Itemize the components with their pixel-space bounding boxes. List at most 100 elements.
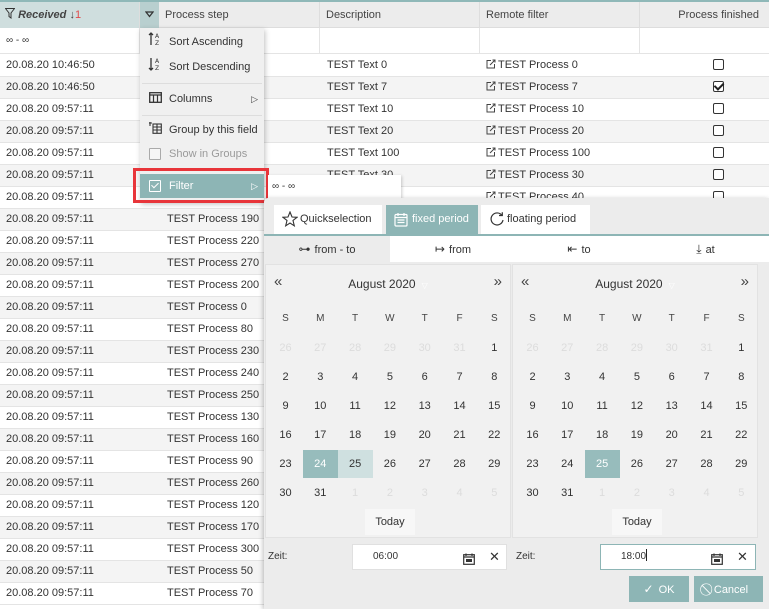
checkbox-unchecked-icon[interactable] bbox=[713, 59, 724, 70]
calendar-day-outside[interactable]: 26 bbox=[515, 334, 550, 362]
calendar-day[interactable]: 2 bbox=[268, 363, 303, 391]
calendar-day[interactable]: 15 bbox=[724, 392, 759, 420]
menu-item-group-by[interactable]: Group by this field bbox=[140, 118, 264, 142]
calendar-day[interactable]: 6 bbox=[654, 363, 689, 391]
calendar-day[interactable]: 20 bbox=[407, 421, 442, 449]
today-button[interactable]: Today bbox=[612, 509, 662, 535]
calendar-day-outside[interactable]: 31 bbox=[442, 334, 477, 362]
calendar-day[interactable]: 15 bbox=[477, 392, 512, 420]
column-header-received[interactable]: Received ↓1 bbox=[0, 2, 140, 28]
table-row[interactable]: 20.08.20 10:46:50 TEST Text 7 TEST Process… bbox=[0, 77, 769, 99]
checkbox-unchecked-icon[interactable] bbox=[713, 147, 724, 158]
remote-filter-cell[interactable]: TEST Process 100 bbox=[486, 143, 590, 164]
calendar-day[interactable]: 30 bbox=[515, 479, 550, 507]
calendar-day-outside[interactable]: 26 bbox=[268, 334, 303, 362]
ok-button[interactable]: ✓ OK bbox=[629, 576, 689, 602]
calendar-day[interactable]: 27 bbox=[407, 450, 442, 478]
calendar-day[interactable]: 7 bbox=[442, 363, 477, 391]
calendar-day[interactable]: 19 bbox=[372, 421, 407, 449]
clear-icon[interactable]: ✕ bbox=[737, 545, 748, 569]
calendar-day[interactable]: 4 bbox=[585, 363, 620, 391]
calendar-day[interactable]: 26 bbox=[619, 450, 654, 478]
tab-quickselection[interactable]: Quickselection bbox=[274, 205, 382, 234]
calendar-day[interactable]: 31 bbox=[303, 479, 338, 507]
checkbox-unchecked-icon[interactable] bbox=[713, 103, 724, 114]
calendar-day[interactable]: 16 bbox=[268, 421, 303, 449]
calendar-title[interactable]: August 2020 ▽ bbox=[513, 272, 757, 296]
calendar-day[interactable]: 8 bbox=[724, 363, 759, 391]
calendar-day[interactable]: 3 bbox=[303, 363, 338, 391]
calendar-day[interactable]: 17 bbox=[550, 421, 585, 449]
calendar-day-outside[interactable]: 29 bbox=[372, 334, 407, 362]
calendar-day[interactable]: 19 bbox=[619, 421, 654, 449]
remote-filter-cell[interactable] bbox=[480, 28, 640, 53]
calendar-day[interactable]: 24 bbox=[550, 450, 585, 478]
calendar-day-outside[interactable]: 4 bbox=[442, 479, 477, 507]
remote-filter-cell[interactable]: TEST Process 10 bbox=[486, 99, 584, 120]
calendar-day[interactable]: 16 bbox=[515, 421, 550, 449]
calendar-day[interactable]: 1 bbox=[477, 334, 512, 362]
calendar-day-outside[interactable]: 29 bbox=[619, 334, 654, 362]
table-row[interactable]: 20.08.20 09:57:11 TEST Text 100 TEST Proce… bbox=[0, 143, 769, 165]
calendar-day[interactable]: 17 bbox=[303, 421, 338, 449]
calendar-day[interactable]: 7 bbox=[689, 363, 724, 391]
calendar-day[interactable]: 12 bbox=[372, 392, 407, 420]
menu-item-sort-ascending[interactable]: AZ Sort Ascending bbox=[140, 30, 264, 54]
calendar-day-outside[interactable]: 30 bbox=[654, 334, 689, 362]
finished-filter-cell[interactable] bbox=[640, 28, 769, 53]
from-time-input[interactable]: 06:00 ✕ bbox=[352, 544, 507, 570]
calendar-day[interactable]: 6 bbox=[407, 363, 442, 391]
calendar-day-outside[interactable]: 31 bbox=[689, 334, 724, 362]
description-filter-cell[interactable] bbox=[320, 28, 480, 53]
menu-item-show-in-groups[interactable]: Show in Groups bbox=[140, 142, 264, 166]
clear-icon[interactable]: ✕ bbox=[489, 545, 500, 569]
calendar-day-outside[interactable]: 5 bbox=[724, 479, 759, 507]
calendar-day-outside[interactable]: 3 bbox=[407, 479, 442, 507]
calendar-day[interactable]: 22 bbox=[477, 421, 512, 449]
calendar-day[interactable]: 25 bbox=[584, 450, 620, 478]
calendar-day[interactable]: 23 bbox=[515, 450, 550, 478]
calendar-day[interactable]: 13 bbox=[407, 392, 442, 420]
calendar-day-outside[interactable]: 1 bbox=[338, 479, 373, 507]
calendar-day-outside[interactable]: 2 bbox=[619, 479, 654, 507]
calendar-day[interactable]: 5 bbox=[372, 363, 407, 391]
calendar-day[interactable]: 29 bbox=[724, 450, 759, 478]
column-menu-button[interactable] bbox=[140, 2, 159, 28]
mode-to[interactable]: ⇤ to bbox=[516, 236, 642, 262]
calendar-day[interactable]: 14 bbox=[689, 392, 724, 420]
today-button[interactable]: Today bbox=[365, 509, 415, 535]
calendar-day-outside[interactable]: 1 bbox=[585, 479, 620, 507]
calendar-day-outside[interactable]: 28 bbox=[338, 334, 373, 362]
calendar-day[interactable]: 24 bbox=[302, 450, 338, 478]
calendar-day[interactable]: 13 bbox=[654, 392, 689, 420]
calendar-day[interactable]: 27 bbox=[654, 450, 689, 478]
column-header-remote-filter[interactable]: Remote filter bbox=[480, 2, 640, 28]
calendar-icon[interactable] bbox=[463, 551, 475, 565]
calendar-day[interactable]: 28 bbox=[689, 450, 724, 478]
calendar-day-outside[interactable]: 28 bbox=[585, 334, 620, 362]
column-header-process-step[interactable]: Process step bbox=[159, 2, 320, 28]
calendar-day[interactable]: 26 bbox=[372, 450, 407, 478]
calendar-day[interactable]: 4 bbox=[338, 363, 373, 391]
calendar-day[interactable]: 9 bbox=[515, 392, 550, 420]
calendar-day[interactable]: 11 bbox=[338, 392, 373, 420]
next-month-icon[interactable]: » bbox=[741, 270, 749, 294]
checkbox-unchecked-icon[interactable] bbox=[713, 169, 724, 180]
calendar-day[interactable]: 10 bbox=[303, 392, 338, 420]
table-row[interactable]: 20.08.20 09:57:11 TEST Text 10 TEST Proces… bbox=[0, 99, 769, 121]
calendar-title[interactable]: August 2020 ▽ bbox=[266, 272, 510, 296]
calendar-day[interactable]: 29 bbox=[477, 450, 512, 478]
calendar-day-outside[interactable]: 27 bbox=[550, 334, 585, 362]
to-time-input[interactable]: 18:00 ✕ bbox=[600, 544, 756, 570]
calendar-day[interactable]: 5 bbox=[619, 363, 654, 391]
calendar-day[interactable]: 30 bbox=[268, 479, 303, 507]
column-header-process-finished[interactable]: Process finished bbox=[640, 2, 769, 28]
remote-filter-cell[interactable]: TEST Process 30 bbox=[486, 165, 584, 186]
mode-from[interactable]: ↦ from bbox=[390, 236, 516, 262]
mode-from-to[interactable]: ⊶ from - to bbox=[264, 236, 390, 262]
remote-filter-cell[interactable]: TEST Process 7 bbox=[486, 77, 578, 98]
calendar-day[interactable]: 3 bbox=[550, 363, 585, 391]
calendar-day[interactable]: 12 bbox=[619, 392, 654, 420]
calendar-day[interactable]: 22 bbox=[724, 421, 759, 449]
checkbox-unchecked-icon[interactable] bbox=[713, 125, 724, 136]
